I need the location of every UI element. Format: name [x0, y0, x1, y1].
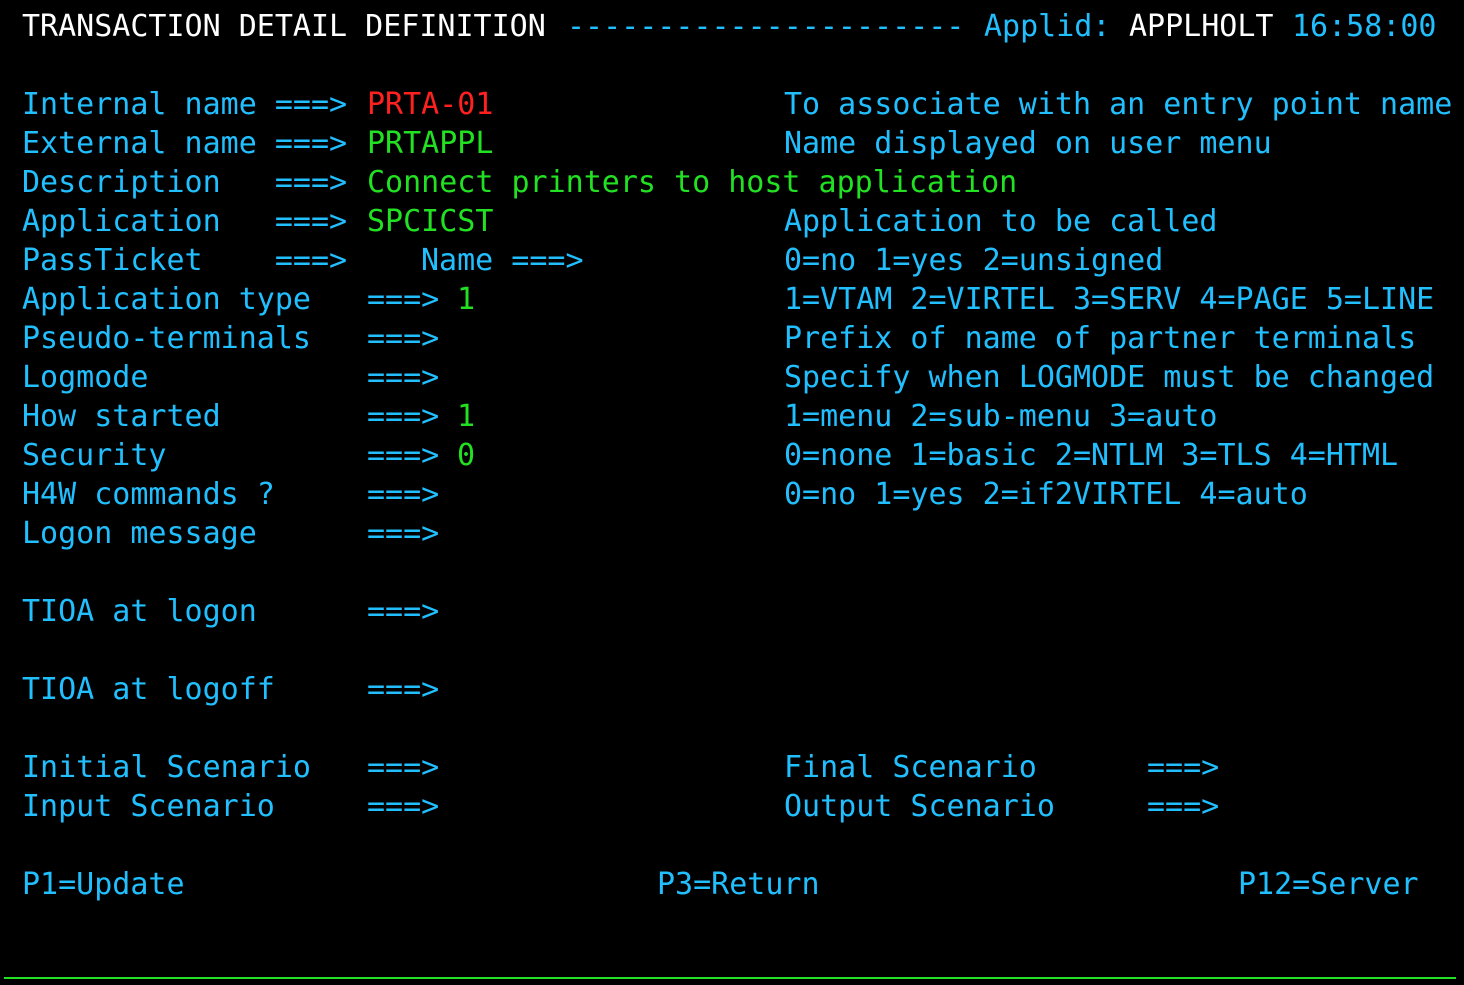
pseudo-terminals-help: Prefix of name of partner terminals — [784, 321, 1417, 356]
security-label: Security — [22, 438, 167, 473]
pf1-update-key[interactable]: P1=Update — [22, 865, 185, 904]
pf3-return-key[interactable]: P3=Return — [657, 865, 820, 904]
input-scenario-label: Input Scenario — [22, 789, 275, 824]
internal-name-field[interactable]: PRTA-01 — [367, 85, 493, 124]
application-type-help: 1=VTAM 2=VIRTEL 3=SERV 4=PAGE 5=LINE — [784, 282, 1435, 317]
logon-message-label: Logon message — [22, 516, 257, 551]
final-scenario-field[interactable] — [1238, 748, 1268, 787]
h4w-commands-label: H4W commands ? — [22, 477, 275, 512]
applid-value: APPLHOLT — [1129, 9, 1274, 44]
internal-name-label: Internal name ===> — [22, 87, 348, 122]
input-scenario-arrow: ===> — [367, 789, 440, 824]
how-started-field[interactable]: 1 — [457, 397, 487, 436]
application-field[interactable]: SPCICST — [367, 202, 493, 241]
terminal-screen: TRANSACTION DETAIL DEFINITION ----------… — [0, 0, 1464, 985]
application-type-arrow: ===> — [367, 282, 440, 317]
description-label: Description ===> — [22, 165, 348, 200]
description-field[interactable]: Connect printers to host application — [367, 163, 1017, 202]
passticket-help: 0=no 1=yes 2=unsigned — [784, 243, 1164, 278]
application-type-field[interactable]: 1 — [457, 280, 487, 319]
how-started-help: 1=menu 2=sub-menu 3=auto — [784, 399, 1218, 434]
external-name-field[interactable]: PRTAPPL — [367, 124, 493, 163]
internal-name-help: To associate with an entry point name — [784, 87, 1453, 122]
passticket-field[interactable] — [367, 241, 397, 280]
passticket-label: PassTicket ===> — [22, 243, 348, 278]
pseudo-terminals-arrow: ===> — [367, 321, 440, 356]
security-field[interactable]: 0 — [457, 436, 487, 475]
h4w-commands-help: 0=no 1=yes 2=if2VIRTEL 4=auto — [784, 477, 1308, 512]
input-scenario-field[interactable] — [457, 787, 487, 826]
title-rule: ---------------------- — [567, 9, 965, 44]
tioa-logoff-label: TIOA at logoff — [22, 672, 275, 707]
logmode-help: Specify when LOGMODE must be changed — [784, 360, 1435, 395]
output-scenario-label: Output Scenario — [784, 789, 1055, 824]
applid-label: Applid: — [984, 9, 1111, 44]
tioa-logon-arrow: ===> — [367, 594, 440, 629]
how-started-label: How started — [22, 399, 221, 434]
security-help: 0=none 1=basic 2=NTLM 3=TLS 4=HTML — [784, 438, 1399, 473]
pf12-server-key[interactable]: P12=Server — [1238, 865, 1419, 904]
output-scenario-field[interactable] — [1238, 787, 1268, 826]
security-arrow: ===> — [367, 438, 440, 473]
passticket-name-field[interactable] — [603, 241, 633, 280]
h4w-commands-arrow: ===> — [367, 477, 440, 512]
final-scenario-label: Final Scenario — [784, 750, 1037, 785]
tioa-logoff-field[interactable] — [457, 670, 487, 709]
tioa-logon-field[interactable] — [457, 592, 487, 631]
initial-scenario-field[interactable] — [457, 748, 487, 787]
screen-title: TRANSACTION DETAIL DEFINITION — [22, 9, 546, 44]
initial-scenario-arrow: ===> — [367, 750, 440, 785]
external-name-label: External name ===> — [22, 126, 348, 161]
tioa-logon-label: TIOA at logon — [22, 594, 257, 629]
output-scenario-arrow: ===> — [1147, 789, 1220, 824]
external-name-help: Name displayed on user menu — [784, 126, 1272, 161]
tioa-logoff-arrow: ===> — [367, 672, 440, 707]
application-label: Application ===> — [22, 204, 348, 239]
application-type-label: Application type — [22, 282, 311, 317]
initial-scenario-label: Initial Scenario — [22, 750, 311, 785]
logmode-arrow: ===> — [367, 360, 440, 395]
pseudo-terminals-field[interactable] — [457, 319, 487, 358]
how-started-arrow: ===> — [367, 399, 440, 434]
application-help: Application to be called — [784, 204, 1218, 239]
logon-message-arrow: ===> — [367, 516, 440, 551]
logmode-label: Logmode — [22, 360, 149, 395]
final-scenario-arrow: ===> — [1147, 750, 1220, 785]
logon-message-field[interactable] — [457, 514, 487, 553]
logmode-field[interactable] — [457, 358, 487, 397]
h4w-commands-field[interactable] — [457, 475, 487, 514]
passticket-name-label: Name ===> — [421, 243, 584, 278]
status-line-divider — [4, 977, 1456, 979]
pseudo-terminals-label: Pseudo-terminals — [22, 321, 311, 356]
clock: 16:58:00 — [1292, 9, 1437, 44]
